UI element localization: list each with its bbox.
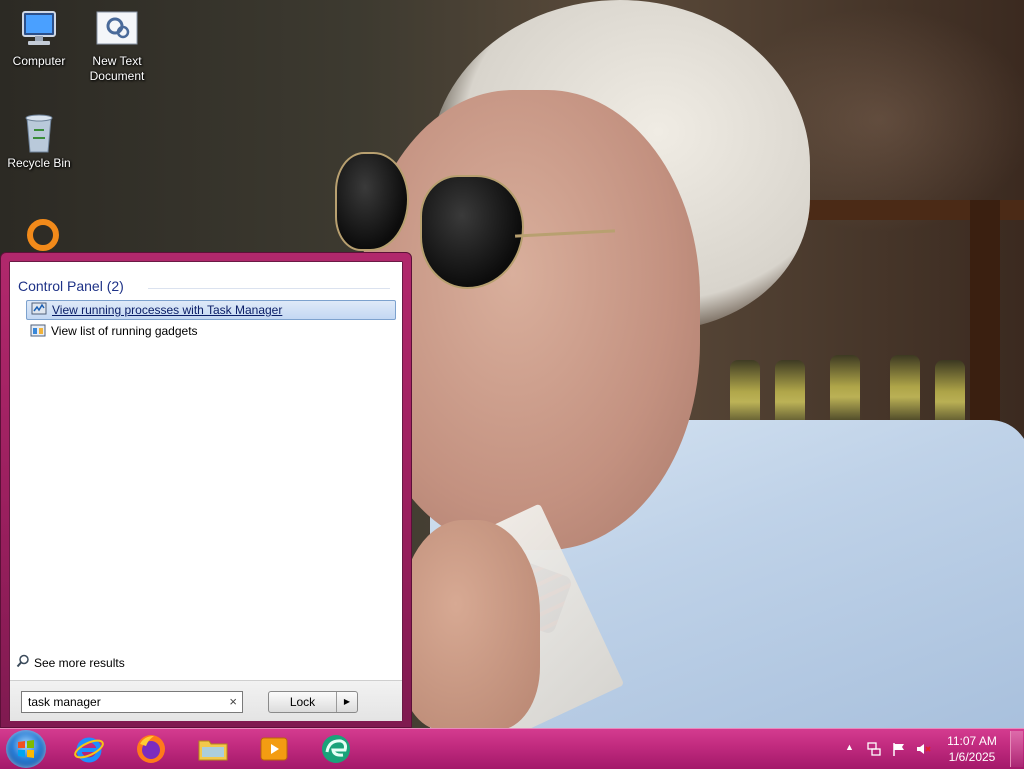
gadgets-icon: [30, 322, 46, 341]
desktop-icon-computer[interactable]: Computer: [1, 8, 77, 69]
taskbar-app-edge[interactable]: [319, 732, 353, 766]
result-category-header[interactable]: Control Panel (2): [18, 278, 390, 294]
desktop-icon-partial[interactable]: [26, 218, 60, 252]
volume-muted-icon: [917, 744, 931, 754]
file-explorer-icon: [198, 740, 228, 761]
computer-icon: [17, 8, 61, 52]
tray-network[interactable]: [866, 741, 882, 757]
start-button[interactable]: [6, 730, 46, 768]
desktop-icon-label: Computer: [12, 54, 66, 68]
text-document-icon: [95, 8, 139, 52]
taskbar-app-media-player[interactable]: [257, 732, 291, 766]
show-hidden-icons-button[interactable]: ▲: [845, 742, 854, 752]
search-results-pane: Control Panel (2) View running processes…: [10, 262, 402, 680]
result-item-label: View list of running gadgets: [51, 324, 198, 338]
clear-search-icon[interactable]: ×: [229, 694, 237, 709]
desktop-icon-label: Document: [89, 69, 145, 83]
taskbar: ▲ 11:07 AM 1/6/2025: [0, 728, 1024, 769]
result-category-label: Control Panel (2): [18, 278, 124, 294]
result-item-running-gadgets[interactable]: View list of running gadgets: [26, 321, 396, 341]
media-player-icon: [260, 737, 288, 761]
internet-explorer-icon: [74, 737, 104, 763]
taskbar-app-firefox[interactable]: [134, 732, 168, 766]
taskbar-clock[interactable]: 11:07 AM 1/6/2025: [940, 733, 1004, 765]
power-options-arrow-icon[interactable]: ▶: [337, 692, 357, 712]
recycle-bin-icon: [17, 110, 61, 154]
category-divider: [148, 288, 390, 289]
clock-time: 11:07 AM: [947, 734, 997, 748]
start-search-input[interactable]: task manager ×: [21, 691, 243, 713]
tray-action-center[interactable]: [891, 741, 907, 757]
result-item-task-manager[interactable]: View running processes with Task Manager: [26, 300, 396, 320]
start-menu: Control Panel (2) View running processes…: [0, 252, 412, 728]
tray-volume[interactable]: [915, 741, 931, 757]
taskbar-app-internet-explorer[interactable]: [72, 732, 106, 766]
flag-icon: [893, 743, 904, 756]
desktop-icon-label: New Text: [92, 54, 142, 68]
lock-split-button: Lock ▶: [268, 691, 358, 713]
firefox-icon: [137, 735, 165, 763]
desktop-icon-recycle-bin[interactable]: Recycle Bin: [1, 110, 77, 171]
magnifier-icon: [16, 654, 30, 671]
clock-date: 1/6/2025: [948, 750, 996, 764]
taskbar-app-file-explorer[interactable]: [196, 732, 230, 766]
start-menu-panel: Control Panel (2) View running processes…: [9, 261, 403, 721]
start-menu-footer: task manager × Lock ▶: [10, 680, 402, 721]
orange-ring-icon: [27, 219, 59, 251]
wallpaper-bottle: [890, 355, 920, 425]
windows-logo-icon: [18, 740, 34, 758]
lock-button[interactable]: Lock: [269, 692, 337, 712]
see-more-results-link[interactable]: See more results: [16, 654, 125, 671]
network-icon: [867, 742, 881, 756]
see-more-results-label: See more results: [34, 655, 125, 670]
edge-icon: [322, 735, 350, 763]
wallpaper-hand: [400, 520, 540, 728]
wallpaper-bottle: [830, 355, 860, 425]
desktop-icon-label: Recycle Bin: [7, 156, 71, 170]
result-item-label: View running processes with Task Manager: [52, 303, 283, 317]
show-desktop-button[interactable]: [1010, 731, 1023, 767]
desktop-icon-new-text-document[interactable]: New Text Document: [79, 8, 155, 84]
search-input-value: task manager: [28, 695, 101, 709]
task-manager-icon: [31, 301, 47, 320]
